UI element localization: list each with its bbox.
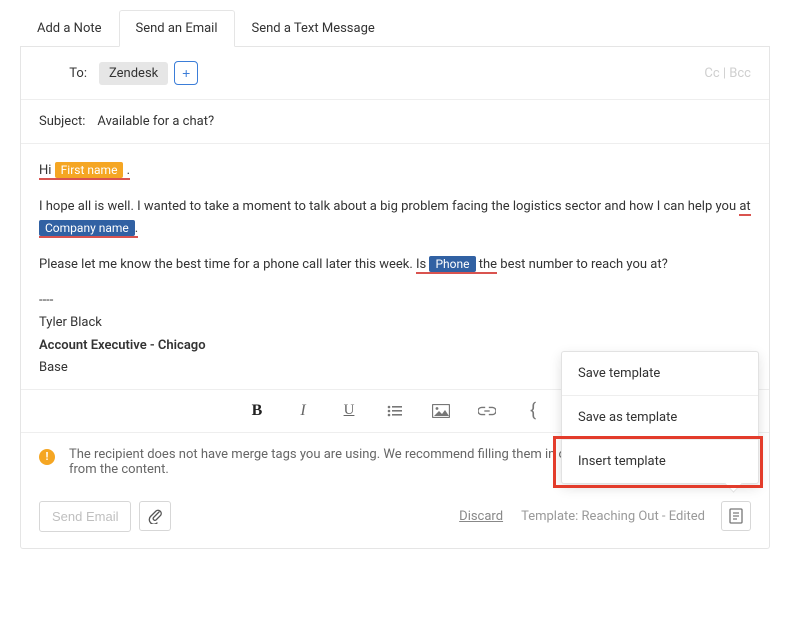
underline-button[interactable]: U xyxy=(340,402,358,420)
warning-icon: ! xyxy=(39,449,55,465)
bold-button[interactable]: B xyxy=(248,402,266,420)
merge-token-first-name[interactable]: First name xyxy=(55,162,124,178)
subject-label: Subject: xyxy=(39,114,85,129)
merge-tag-button[interactable]: { xyxy=(524,402,542,420)
to-label: To: xyxy=(39,66,99,81)
body-paragraph-2: Please let me know the best time for a p… xyxy=(39,254,751,276)
paperclip-icon xyxy=(148,508,162,524)
tab-send-text[interactable]: Send a Text Message xyxy=(235,10,392,47)
tab-add-note[interactable]: Add a Note xyxy=(20,10,119,47)
greeting-line: Hi First name . xyxy=(39,160,751,182)
add-recipient-button[interactable]: + xyxy=(174,61,198,85)
to-row: To: Zendesk + Cc | Bcc xyxy=(21,47,769,100)
bullet-list-button[interactable] xyxy=(386,402,404,420)
recipient-chip[interactable]: Zendesk xyxy=(99,62,168,85)
italic-button[interactable]: I xyxy=(294,402,312,420)
template-status-label: Template: Reaching Out - Edited xyxy=(521,509,705,524)
discard-link[interactable]: Discard xyxy=(459,509,503,524)
link-button[interactable] xyxy=(478,402,496,420)
merge-token-company[interactable]: Company name xyxy=(39,220,135,236)
template-menu-button[interactable] xyxy=(721,501,751,531)
plus-icon: + xyxy=(182,65,190,81)
insert-template-item[interactable]: Insert template xyxy=(562,439,758,483)
template-popover: Save template Save as template Insert te… xyxy=(561,351,759,484)
signature-name: Tyler Black xyxy=(39,312,751,334)
tab-send-email[interactable]: Send an Email xyxy=(119,10,235,47)
compose-footer: Send Email Discard Template: Reaching Ou… xyxy=(21,491,769,548)
subject-input[interactable]: Available for a chat? xyxy=(97,114,214,129)
cc-bcc-toggle[interactable]: Cc | Bcc xyxy=(704,66,751,81)
bcc-label[interactable]: Bcc xyxy=(729,66,751,81)
body-paragraph-1: I hope all is well. I wanted to take a m… xyxy=(39,196,751,240)
compose-tabs: Add a Note Send an Email Send a Text Mes… xyxy=(20,10,770,47)
email-compose-card: To: Zendesk + Cc | Bcc Subject: Availabl… xyxy=(20,47,770,549)
image-button[interactable] xyxy=(432,402,450,420)
attach-file-button[interactable] xyxy=(139,501,171,531)
send-email-button[interactable]: Send Email xyxy=(39,501,131,532)
template-icon xyxy=(729,508,743,524)
merge-token-phone[interactable]: Phone xyxy=(429,256,475,272)
save-template-item[interactable]: Save template xyxy=(562,352,758,395)
save-as-template-item[interactable]: Save as template xyxy=(562,395,758,439)
subject-row: Subject: Available for a chat? xyxy=(21,100,769,144)
cc-label[interactable]: Cc xyxy=(704,66,719,81)
